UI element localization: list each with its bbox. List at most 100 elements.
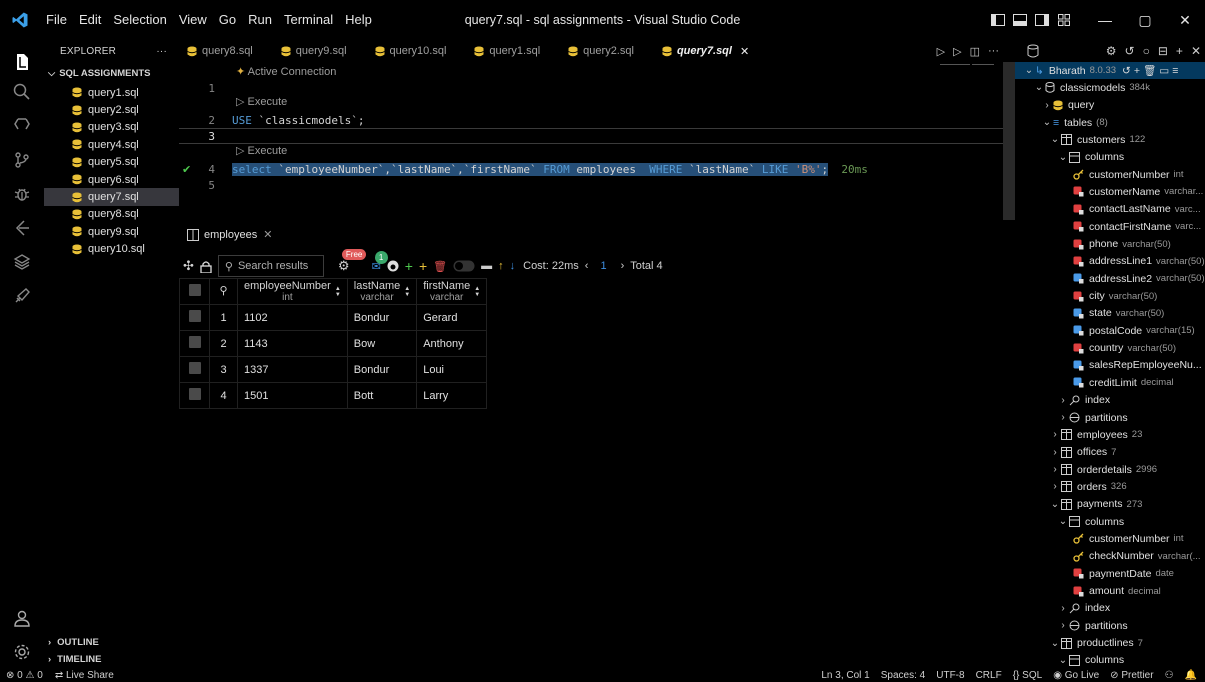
file-item-query6[interactable]: query6.sql — [44, 171, 179, 188]
file-item-query2[interactable]: query2.sql — [44, 101, 179, 118]
tree-column[interactable]: city varchar(50) — [1015, 288, 1157, 305]
tree-column[interactable]: country varchar(50) — [1015, 340, 1176, 357]
tree-column[interactable]: amount decimal — [1015, 583, 1161, 600]
tree-column[interactable]: addressLine1 varchar(50) — [1015, 253, 1205, 270]
delete-icon[interactable]: 🗑 — [433, 260, 447, 273]
database-icon[interactable] — [1027, 44, 1039, 58]
toggle-sidebar-icon[interactable] — [987, 14, 1009, 26]
customize-layout-icon[interactable] — [1053, 14, 1075, 26]
tree-table-orders[interactable]: › orders 326 — [1015, 478, 1126, 495]
go-live-button[interactable]: ◉ Go Live — [1053, 670, 1099, 681]
tree-payments-partitions[interactable]: › partitions — [1015, 617, 1127, 634]
notifications-bell-icon[interactable]: 🔔 — [1185, 670, 1197, 681]
tree-column[interactable]: contactFirstName varc... — [1015, 218, 1201, 235]
tree-column[interactable]: paymentDate date — [1015, 565, 1174, 582]
indentation[interactable]: Spaces: 4 — [881, 670, 925, 681]
close-tab-icon[interactable]: ✕ — [740, 45, 749, 58]
more-actions-icon[interactable]: ··· — [988, 45, 999, 57]
code-editor[interactable]: ✦ Active Connection 1 ▷ Execute 2 USE `c… — [179, 62, 1005, 242]
close-tab-icon[interactable]: ✕ — [263, 228, 272, 241]
cell-firstname[interactable]: Loui — [416, 356, 488, 383]
row-checkbox[interactable] — [179, 382, 210, 409]
workspace-section[interactable]: ⌵ SQL ASSIGNMENTS — [44, 62, 179, 84]
file-item-query9[interactable]: query9.sql — [44, 223, 179, 240]
tree-productlines-columns[interactable]: ⌄ columns — [1015, 652, 1124, 668]
cell-lastname[interactable]: Bott — [346, 382, 418, 409]
deploy-icon[interactable] — [0, 274, 44, 318]
column-header-employeenumber[interactable]: employeeNumber int ▲ ▼ — [237, 278, 348, 305]
line-ending[interactable]: CRLF — [976, 670, 1002, 681]
cell-lastname[interactable]: Bondur — [346, 356, 418, 383]
result-tab[interactable]: employees ✕ — [187, 228, 272, 241]
row-checkbox[interactable] — [179, 330, 210, 357]
table-row[interactable]: 3 1337 Bondur Loui — [179, 356, 488, 383]
sort-icon[interactable]: ▲ ▼ — [404, 286, 410, 298]
tree-table-employees[interactable]: › employees 23 — [1015, 426, 1142, 443]
accounts-icon[interactable]: ⚇ — [1165, 670, 1174, 681]
page-number[interactable]: 1 — [600, 260, 606, 272]
search-column-icon[interactable]: ⚲ — [209, 278, 238, 305]
collapse-icon[interactable]: ⊟ — [1158, 44, 1168, 58]
select-all-checkbox[interactable] — [179, 278, 210, 305]
refresh-icon[interactable]: ○ — [1143, 44, 1150, 58]
next-page-button[interactable]: › — [621, 260, 625, 272]
restore-button[interactable]: ▢ — [1125, 12, 1165, 29]
tree-customers-columns[interactable]: ⌄ columns — [1015, 149, 1124, 166]
tree-database[interactable]: ⌄ classicmodels 384k — [1015, 79, 1150, 96]
add-connection-icon[interactable]: + — [1176, 44, 1183, 58]
tab-query10[interactable]: query10.sql — [355, 40, 455, 62]
split-editor-icon[interactable]: ◫ — [970, 45, 980, 58]
github-icon[interactable] — [387, 260, 399, 272]
row-checkbox[interactable] — [179, 356, 210, 383]
tree-column[interactable]: customerNumber int — [1015, 166, 1184, 183]
close-window-button[interactable]: ✕ — [1165, 12, 1205, 29]
toggle-panel-icon[interactable] — [1009, 14, 1031, 26]
connection-actions-icon[interactable]: ↺+🗑▭≡ — [1122, 64, 1181, 77]
file-item-query8[interactable]: query8.sql — [44, 206, 179, 223]
encoding[interactable]: UTF-8 — [936, 670, 964, 681]
cell-firstname[interactable]: Gerard — [416, 304, 488, 331]
explorer-more-button[interactable]: ··· — [156, 46, 167, 57]
tree-tables[interactable]: ⌄ ≡ tables (8) — [1015, 114, 1108, 131]
tree-column[interactable]: addressLine2 varchar(50) — [1015, 270, 1205, 287]
execute-lens-1[interactable]: ▷ Execute — [236, 95, 287, 108]
outline-section[interactable]: › OUTLINE — [44, 634, 179, 651]
cell-lastname[interactable]: Bondur — [346, 304, 418, 331]
tree-column[interactable]: state varchar(50) — [1015, 305, 1164, 322]
tree-table-orderdetails[interactable]: › orderdetails 2996 — [1015, 461, 1157, 478]
settings-icon[interactable]: ⚙ Free — [338, 249, 367, 274]
tab-query1[interactable]: query1.sql — [454, 40, 548, 62]
menu-selection[interactable]: Selection — [107, 0, 172, 40]
menu-file[interactable]: File — [40, 0, 73, 40]
row-checkbox[interactable] — [179, 304, 210, 331]
close-panel-icon[interactable]: ✕ — [1191, 44, 1201, 58]
tab-query8[interactable]: query8.sql — [179, 40, 261, 62]
file-item-query3[interactable]: query3.sql — [44, 119, 179, 136]
minimize-button[interactable]: — — [1085, 12, 1125, 28]
search-results-input[interactable]: ⚲ Search results — [217, 255, 324, 277]
menu-edit[interactable]: Edit — [73, 0, 107, 40]
timeline-section[interactable]: › TIMELINE — [44, 651, 179, 668]
run-icon[interactable]: ▷ — [937, 45, 945, 58]
column-header-firstname[interactable]: firstName varchar ▲ ▼ — [416, 278, 488, 305]
editor-scrollbar[interactable] — [1003, 62, 1015, 220]
cell-firstname[interactable]: Larry — [416, 382, 488, 409]
menu-help[interactable]: Help — [339, 0, 378, 40]
live-share-button[interactable]: ⇄ Live Share — [55, 670, 114, 681]
tree-payments-columns[interactable]: ⌄ columns — [1015, 513, 1124, 530]
export-up-icon[interactable]: ↑ — [498, 260, 504, 272]
prev-page-button[interactable]: ‹ — [585, 260, 589, 272]
tab-query9[interactable]: query9.sql — [261, 40, 355, 62]
toggle-switch[interactable] — [453, 260, 475, 272]
table-row[interactable]: 4 1501 Bott Larry — [179, 382, 488, 409]
sort-icon[interactable]: ▲ ▼ — [335, 286, 341, 298]
active-connection-lens[interactable]: ✦ Active Connection — [236, 65, 336, 78]
cell-lastname[interactable]: Bow — [346, 330, 418, 357]
prettier-button[interactable]: ⊘ Prettier — [1110, 670, 1153, 681]
tree-customers-partitions[interactable]: › partitions — [1015, 409, 1127, 426]
tree-column[interactable]: contactLastName varc... — [1015, 201, 1201, 218]
tree-column[interactable]: creditLimit decimal — [1015, 374, 1174, 391]
cell-employeenumber[interactable]: 1102 — [237, 304, 348, 331]
menu-view[interactable]: View — [173, 0, 213, 40]
tree-column[interactable]: customerName varchar... — [1015, 183, 1203, 200]
